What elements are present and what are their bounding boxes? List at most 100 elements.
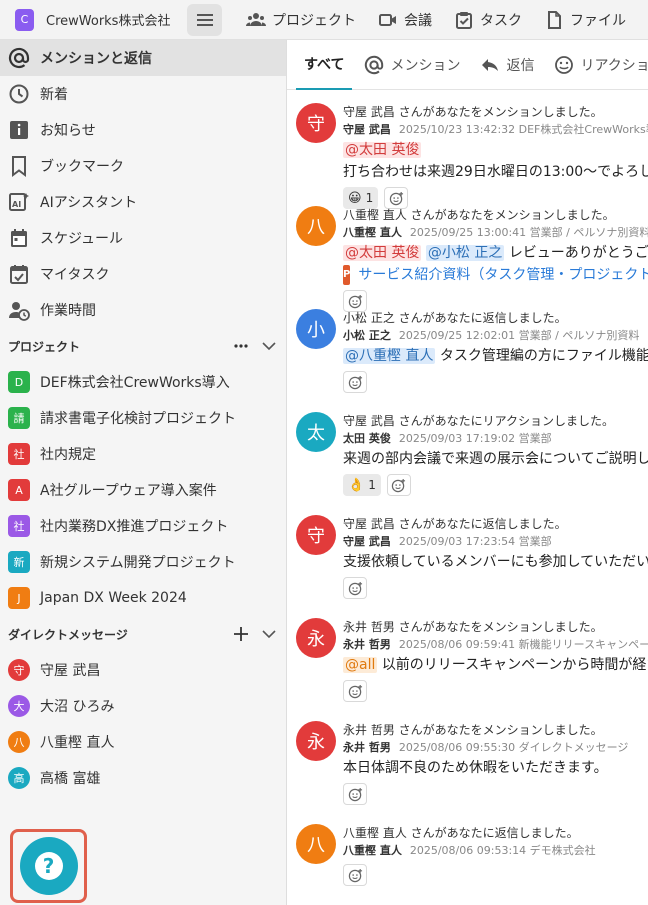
top-nav-tasks[interactable]: タスク [454,10,522,30]
dm-name: 高橋 富雄 [40,771,101,787]
tab-all[interactable]: すべて [296,40,353,90]
mention-tag[interactable]: @小松 正之 [425,245,505,261]
file-attachment[interactable]: P サービス紹介資料（タスク管理・プロジェクト管理編） [343,264,648,286]
add-reaction-button[interactable] [343,680,367,702]
sidebar-project-item[interactable]: D DEF株式会社CrewWorks導入 [0,364,286,400]
reaction-chip[interactable]: 👌 1 [343,474,381,496]
chevron-down-icon[interactable] [260,625,278,643]
add-reaction-button[interactable] [386,474,411,496]
sidebar-dm-item[interactable]: 高高橋 富雄 [0,760,286,796]
timestamp-location: 2025/09/03 17:19:02 営業部 [398,432,552,445]
timestamp-location: 2025/08/06 09:59:41 新機能リリースキャンペーン [398,638,648,651]
avatar: 守 [296,515,336,555]
top-nav-files[interactable]: ファイル [544,10,626,30]
sender-name[interactable]: 八重樫 直人 [343,226,402,239]
sidebar-item-ai-assistant[interactable]: AI AIアシスタント [0,184,286,220]
notification-item[interactable]: 小小松 正之 さんがあなたに返信しました。 小松 正之 2025/09/25 12:… [287,297,648,400]
sender-name[interactable]: 太田 英俊 [343,432,391,445]
project-label: DEF株式会社CrewWorks導入 [40,375,230,391]
notification-item[interactable]: 永永井 哲男 さんがあなたをメンションしました。 永井 哲男 2025/08/06 … [287,606,648,709]
tab-reactions[interactable]: リアクション [546,40,648,90]
notification-item[interactable]: 守守屋 武昌 さんがあなたをメンションしました。 守屋 武昌 2025/10/23 … [287,91,648,209]
top-nav-label: 会議 [404,12,432,29]
sidebar-item-label: ブックマーク [40,159,124,175]
top-nav-projects[interactable]: プロジェクト [246,10,356,30]
notification-meta: 永井 哲男 2025/08/06 09:55:30 ダイレクトメッセージ [343,739,648,757]
sidebar-item-mentions[interactable]: メンションと返信 [0,40,286,76]
reaction-bar [343,864,648,886]
sidebar-dm-item[interactable]: 大大沼 ひろみ [0,688,286,724]
top-nav-label: タスク [480,12,522,29]
sidebar-project-item[interactable]: J Japan DX Week 2024 [0,580,286,616]
notification-headline: 守屋 武昌 さんがあなたに返信しました。 [343,517,567,531]
notification-meta: 小松 正之 2025/09/25 12:02:01 営業部 / ペルソナ別資料 [343,327,648,345]
notification-meta: 永井 哲男 2025/08/06 09:59:41 新機能リリースキャンペーン [343,636,648,654]
notification-headline: 守屋 武昌 さんがあなたにリアクションしました。 [343,414,615,428]
mention-tag[interactable]: @太田 英俊 [343,142,422,158]
add-reaction-button[interactable] [343,577,367,599]
tab-replies[interactable]: 返信 [472,40,542,90]
clock-icon [9,84,29,104]
sidebar-item-my-tasks[interactable]: マイタスク [0,256,286,292]
sidebar-project-item[interactable]: 社社内業務DX推進プロジェクト [0,508,286,544]
mention-tag[interactable]: @all [343,657,378,673]
org-badge[interactable]: C [15,8,34,31]
notification-item[interactable]: 永永井 哲男 さんがあなたをメンションしました。永井 哲男 2025/08/06 … [287,709,648,812]
mention-tag[interactable]: @太田 英俊 [343,245,422,261]
notification-item[interactable]: 守守屋 武昌 さんがあなたに返信しました。 守屋 武昌 2025/09/03 17:… [287,503,648,606]
message-text: @太田 英俊 @小松 正之 レビューありがとうございます [343,242,648,264]
more-icon[interactable] [232,337,250,355]
add-reaction-button[interactable] [343,371,367,393]
sender-name[interactable]: 永井 哲男 [343,741,391,754]
add-reaction-button[interactable] [343,864,367,886]
top-nav-label: ファイル [570,12,626,29]
notification-item[interactable]: 八八重樫 直人 さんがあなたをメンションしました。 八重樫 直人 2025/09/2… [287,194,648,312]
project-badge: J [8,587,30,609]
avatar: 永 [296,721,336,761]
notification-item[interactable]: 八八重樫 直人 さんがあなたに返信しました。 八重樫 直人 2025/08/06 0… [287,812,648,905]
mention-tag[interactable]: @八重樫 直人 [343,348,436,364]
chevron-down-icon[interactable] [260,337,278,355]
avatar: 八 [296,206,336,246]
sidebar-dm-item[interactable]: 守守屋 武昌 [0,652,286,688]
sender-name[interactable]: 守屋 武昌 [343,123,391,136]
top-nav-label: プロジェクト [272,12,356,29]
sidebar-project-item[interactable]: 請請求書電子化検討プロジェクト [0,400,286,436]
notification-headline: 八重樫 直人 さんがあなたをメンションしました。 [343,208,615,222]
project-label: 社内業務DX推進プロジェクト [40,519,229,535]
plus-icon[interactable] [232,625,250,643]
project-badge: 社 [8,443,30,465]
sidebar-dm-item[interactable]: 八八重樫 直人 [0,724,286,760]
top-nav-meetings[interactable]: 会議 [378,10,432,30]
sidebar-project-item[interactable]: 社社内規定 [0,436,286,472]
sidebar-project-item[interactable]: 新新規システム開発プロジェクト [0,544,286,580]
sidebar-item-new[interactable]: 新着 [0,76,286,112]
file-name: サービス紹介資料（タスク管理・プロジェクト管理編） [358,267,648,283]
org-name[interactable]: CrewWorks株式会社 [46,10,170,29]
sender-name[interactable]: 永井 哲男 [343,638,391,651]
message-text: 打ち合わせは来週29日水曜日の13:00～でよろしいでしょうか [343,164,648,180]
notification-headline: 永井 哲男 さんがあなたをメンションしました。 [343,723,603,737]
sender-name[interactable]: 八重樫 直人 [343,844,402,857]
sender-name[interactable]: 守屋 武昌 [343,535,391,548]
sidebar-project-item[interactable]: A A社グループウェア導入案件 [0,472,286,508]
sender-name[interactable]: 小松 正之 [343,329,391,342]
project-badge: 新 [8,551,30,573]
project-label: A社グループウェア導入案件 [40,483,217,499]
timestamp-location: 2025/08/06 09:53:14 デモ株式会社 [409,844,596,857]
sidebar-item-bookmarks[interactable]: ブックマーク [0,148,286,184]
sidebar-item-work-hours[interactable]: 作業時間 [0,292,286,328]
sidebar-item-schedule[interactable]: スケジュール [0,220,286,256]
reaction-bar [343,783,648,805]
task-icon [456,11,472,29]
reaction-bar [343,371,648,393]
sidebar-item-label: マイタスク [40,267,110,283]
help-button[interactable]: ? [19,837,78,895]
powerpoint-icon: P [343,265,351,285]
add-reaction-button[interactable] [343,783,367,805]
sidebar-item-announcements[interactable]: お知らせ [0,112,286,148]
menu-button[interactable] [187,3,222,36]
projects-section-header: プロジェクト [0,328,286,364]
notification-item[interactable]: 太守屋 武昌 さんがあなたにリアクションしました。 太田 英俊 2025/09/03… [287,400,648,503]
tab-mentions[interactable]: メンション [356,40,468,90]
